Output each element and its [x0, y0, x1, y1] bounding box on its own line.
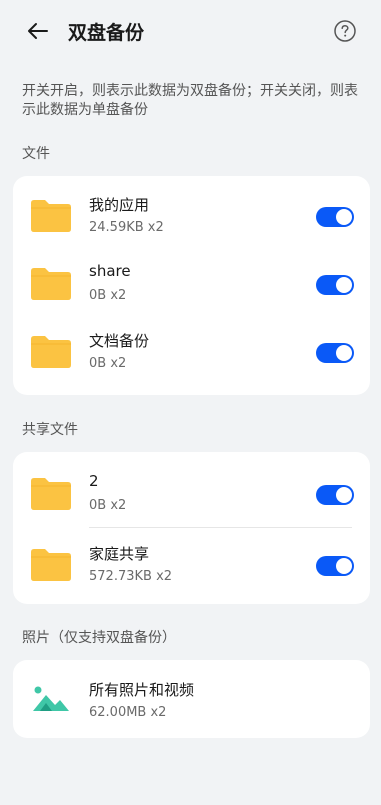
item-size: 0B x2: [89, 288, 127, 303]
arrow-left-icon: [28, 23, 48, 39]
description-text: 开关开启，则表示此数据为双盘备份；开关关闭，则表示此数据为单盘备份: [22, 83, 358, 118]
item-name: 2: [89, 472, 99, 490]
item-size: 62.00MB x2: [89, 705, 167, 720]
list-item[interactable]: 2 0B x2: [13, 458, 370, 526]
item-name: share: [89, 262, 131, 280]
toggle-knob: [336, 209, 352, 225]
folder-icon: [31, 549, 71, 581]
toggle-knob: [336, 277, 352, 293]
shared-card: 2 0B x2 家庭共享 572.73KB x2: [13, 452, 370, 604]
folder-icon: [31, 200, 71, 232]
page: 双盘备份 开关开启，则表示此数据为双盘备份；开关关闭，则表示此数据为单盘备份 文…: [0, 0, 381, 805]
backup-toggle[interactable]: [316, 343, 354, 363]
item-name: 所有照片和视频: [89, 681, 195, 699]
toggle-knob: [336, 487, 352, 503]
backup-toggle[interactable]: [316, 275, 354, 295]
list-item[interactable]: 家庭共享 572.73KB x2: [13, 529, 370, 597]
folder-icon: [31, 336, 71, 368]
folder-icon: [31, 478, 71, 510]
back-button[interactable]: [26, 19, 50, 43]
item-name: 家庭共享: [89, 545, 150, 563]
section-title-files: 文件: [22, 146, 50, 162]
item-name: 我的应用: [89, 196, 150, 214]
item-size: 0B x2: [89, 498, 127, 513]
folder-icon: [31, 268, 71, 300]
backup-toggle[interactable]: [316, 485, 354, 505]
question-circle-icon: [334, 20, 356, 42]
files-card: 我的应用 24.59KB x2 share 0B x2 文档备份 0B x2: [13, 176, 370, 395]
section-title-shared: 共享文件: [22, 422, 78, 438]
item-size: 572.73KB x2: [89, 569, 173, 584]
list-item[interactable]: 文档备份 0B x2: [13, 316, 370, 384]
toggle-knob: [336, 558, 352, 574]
header: 双盘备份: [0, 0, 381, 60]
divider: [89, 527, 352, 528]
backup-toggle[interactable]: [316, 556, 354, 576]
list-item[interactable]: 我的应用 24.59KB x2: [13, 180, 370, 248]
item-size: 24.59KB x2: [89, 220, 164, 235]
list-item[interactable]: share 0B x2: [13, 248, 370, 316]
item-size: 0B x2: [89, 356, 127, 371]
backup-toggle[interactable]: [316, 207, 354, 227]
page-title: 双盘备份: [68, 22, 145, 44]
list-item[interactable]: 所有照片和视频 62.00MB x2: [13, 665, 370, 733]
item-name: 文档备份: [89, 332, 150, 350]
photo-icon: [33, 686, 69, 711]
photos-card: 所有照片和视频 62.00MB x2: [13, 660, 370, 738]
toggle-knob: [336, 345, 352, 361]
section-title-photos: 照片（仅支持双盘备份）: [22, 630, 176, 646]
help-button[interactable]: [333, 19, 357, 43]
